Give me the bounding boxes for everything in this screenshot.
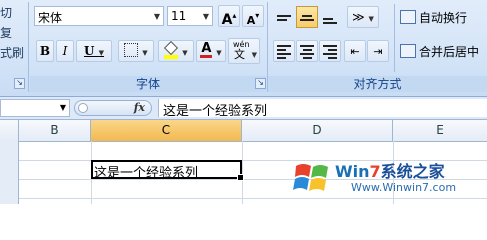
- decrease-indent-button[interactable]: ⇤: [344, 40, 366, 62]
- chevron-down-icon[interactable]: ▼: [99, 48, 104, 57]
- clipboard-dialog-launcher-icon[interactable]: ↘: [14, 78, 25, 89]
- font-name-combo[interactable]: 宋体 ▼: [34, 6, 164, 26]
- bold-label: B: [39, 44, 51, 58]
- align-left-button[interactable]: [273, 40, 295, 62]
- wrap-text-label: 自动换行: [419, 11, 468, 25]
- phonetic-char: 文: [234, 48, 245, 61]
- chevron-down-icon[interactable]: ▼: [182, 49, 187, 57]
- paint-bucket-icon: [164, 40, 179, 59]
- align-center-icon: [300, 43, 314, 61]
- align-top-icon: [277, 13, 291, 23]
- watermark-brand: Win7系统之家: [335, 158, 445, 182]
- italic-button[interactable]: I: [56, 40, 74, 62]
- font-size-value: 11: [171, 9, 187, 23]
- align-right-icon: [323, 43, 337, 61]
- fill-color-swatch: [164, 55, 179, 59]
- align-left-icon: [277, 43, 291, 61]
- font-name-value: 宋体: [38, 11, 63, 25]
- ribbon: 切 复 式刷 ↘ 宋体 ▼ 11 ▼ A▴ A▾ B I U ▼ ▼ ▼ A ▼…: [0, 0, 487, 97]
- wrap-text-button[interactable]: 自动换行: [400, 9, 467, 26]
- orientation-button[interactable]: ≫ ▼: [347, 6, 379, 28]
- underline-label: U: [83, 44, 95, 58]
- chevron-down-icon[interactable]: ▼: [142, 49, 147, 57]
- font-group-label: 字体: [30, 76, 266, 92]
- grow-font-button[interactable]: A▴: [218, 5, 240, 28]
- align-center-button[interactable]: [296, 40, 318, 62]
- orientation-icon: ≫: [352, 10, 365, 24]
- formula-bar: ▼ fx 这是一个经验系列: [0, 97, 487, 120]
- fill-handle[interactable]: [237, 174, 244, 181]
- brand-number: 7: [369, 162, 381, 181]
- font-size-combo[interactable]: 11 ▼: [167, 6, 213, 26]
- column-header-c[interactable]: C: [91, 120, 242, 141]
- group-separator: [28, 2, 29, 92]
- decrease-indent-icon: ⇤: [350, 45, 360, 58]
- wrap-text-icon: [400, 10, 416, 24]
- active-cell[interactable]: 这是一个经验系列: [91, 160, 244, 181]
- copy-label[interactable]: 复: [0, 24, 12, 41]
- formula-text: 这是一个经验系列: [163, 104, 268, 119]
- borders-icon: [124, 43, 139, 57]
- chevron-down-icon[interactable]: ▼: [60, 103, 66, 112]
- brand-suffix: 系统之家: [380, 162, 445, 181]
- format-painter-label[interactable]: 式刷: [0, 44, 24, 61]
- group-separator: [394, 4, 395, 72]
- chevron-down-icon[interactable]: ▼: [203, 12, 209, 21]
- align-top-button[interactable]: [273, 6, 295, 28]
- active-cell-text: 这是一个经验系列: [94, 166, 199, 181]
- name-box[interactable]: ▼: [0, 99, 70, 117]
- expand-handle-icon[interactable]: [78, 103, 88, 113]
- merge-center-button[interactable]: 合并后居中: [400, 43, 479, 60]
- increase-indent-icon: ⇥: [373, 45, 383, 58]
- align-middle-button[interactable]: [296, 6, 318, 28]
- column-header-e[interactable]: E: [393, 120, 487, 141]
- font-color-swatch: [200, 55, 213, 58]
- select-all-corner[interactable]: [0, 120, 19, 141]
- align-right-button[interactable]: [319, 40, 341, 62]
- chevron-down-icon[interactable]: ▼: [216, 49, 221, 57]
- font-dialog-launcher-icon[interactable]: ↘: [255, 78, 266, 89]
- column-header-d[interactable]: D: [242, 120, 393, 141]
- chevron-down-icon[interactable]: ▼: [369, 15, 374, 23]
- chevron-down-icon[interactable]: ▼: [252, 45, 257, 65]
- brand-prefix: Win: [335, 162, 370, 181]
- merge-center-icon: [400, 44, 416, 58]
- column-header-b[interactable]: B: [19, 120, 91, 141]
- italic-label: I: [62, 44, 68, 58]
- watermark: Win7系统之家 Www.Winwin7.com: [293, 156, 485, 200]
- chevron-down-icon[interactable]: ▼: [154, 12, 160, 21]
- align-middle-icon: [300, 13, 314, 23]
- formula-bar-controls: fx: [74, 100, 152, 116]
- align-bottom-button[interactable]: [319, 6, 341, 28]
- phonetic-guide-button[interactable]: wén 文 ▼: [228, 38, 260, 64]
- row-headers: [0, 141, 19, 204]
- grow-font-label: A: [221, 12, 233, 28]
- insert-function-button[interactable]: fx: [134, 101, 145, 114]
- borders-button[interactable]: ▼: [118, 40, 154, 62]
- align-bottom-icon: [323, 16, 337, 26]
- gridline: [242, 141, 243, 204]
- formula-input[interactable]: 这是一个经验系列: [158, 99, 487, 119]
- bold-button[interactable]: B: [36, 40, 54, 62]
- merge-center-label: 合并后居中: [419, 45, 480, 59]
- increase-indent-button[interactable]: ⇥: [367, 40, 389, 62]
- column-headers: B C D E: [0, 120, 487, 142]
- alignment-group-label: 对齐方式: [268, 76, 487, 92]
- watermark-url: Www.Winwin7.com: [351, 181, 457, 194]
- fill-color-button[interactable]: ▼: [158, 40, 194, 62]
- shrink-font-label: A: [246, 14, 256, 27]
- font-color-button[interactable]: A ▼: [196, 40, 226, 62]
- shrink-font-button[interactable]: A▾: [242, 5, 264, 27]
- windows-logo-icon: [293, 164, 328, 191]
- underline-button[interactable]: U ▼: [76, 40, 112, 62]
- cut-label[interactable]: 切: [0, 4, 12, 21]
